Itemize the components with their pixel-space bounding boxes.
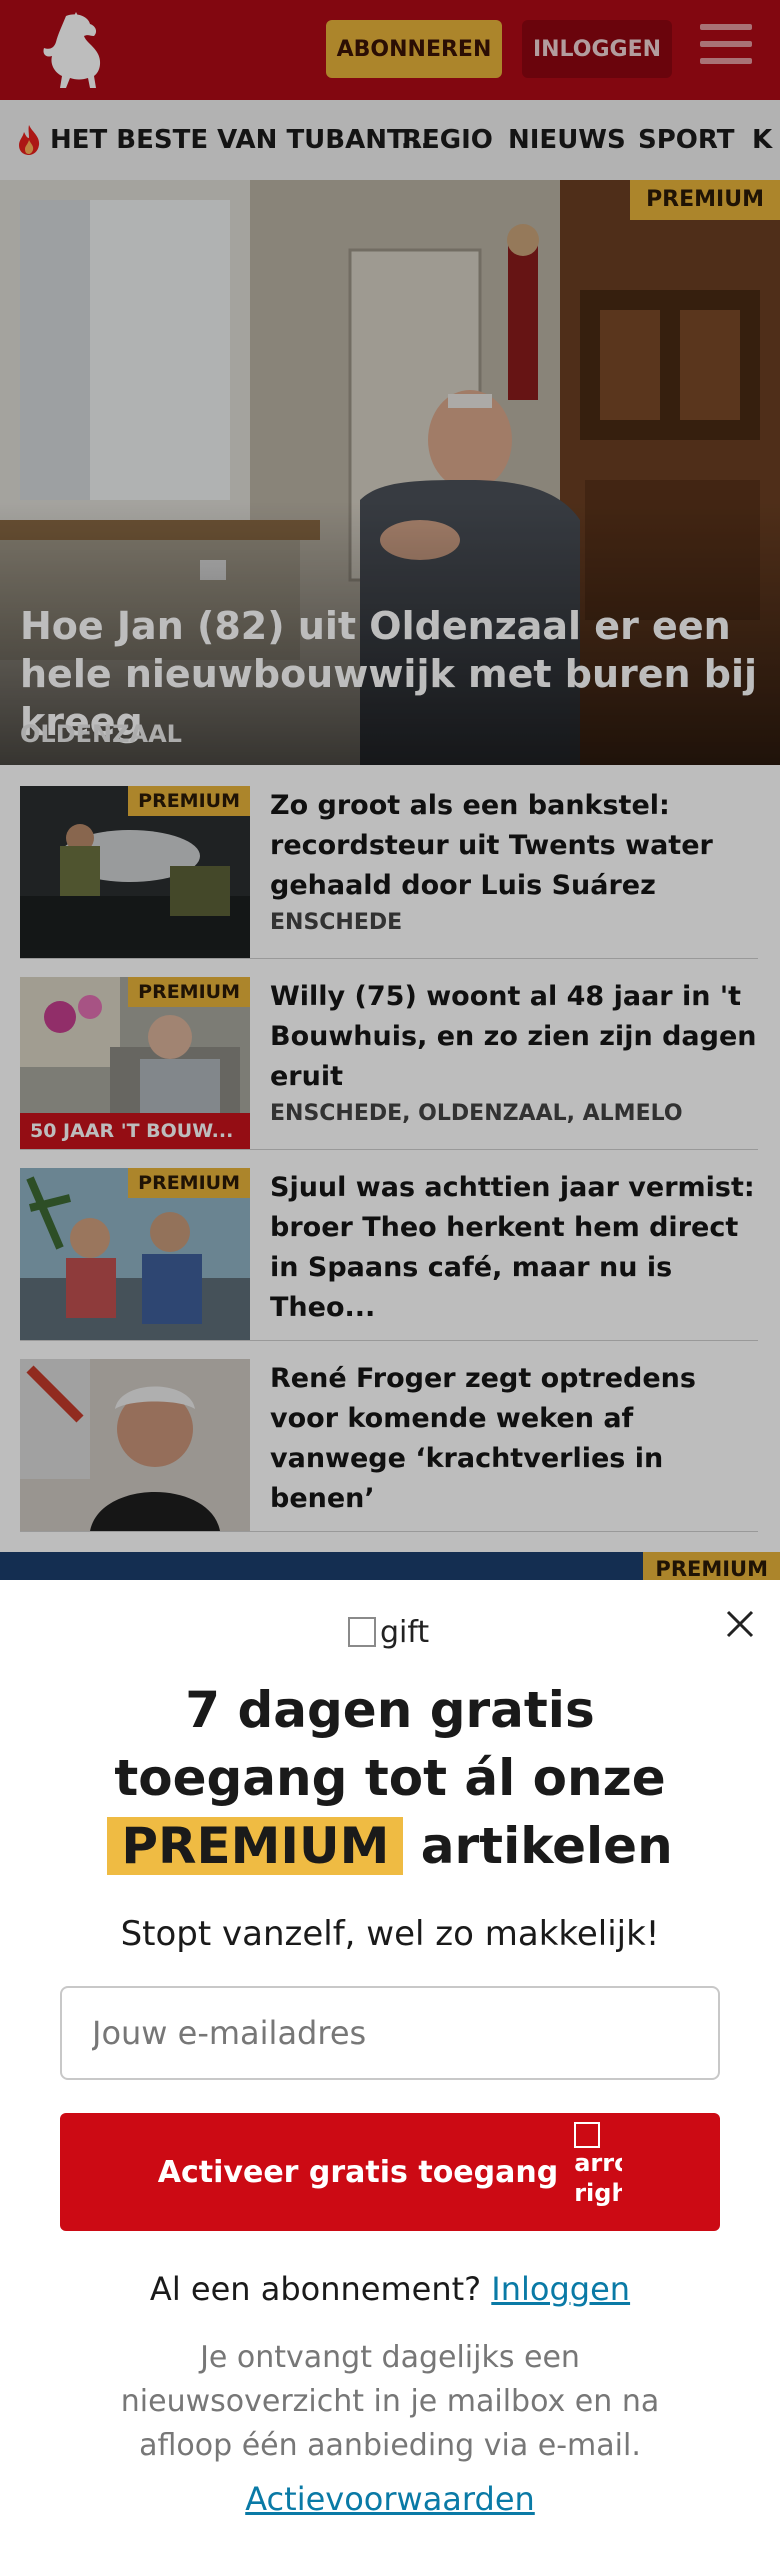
fineprint: Je ontvangt dagelijks een nieuwsoverzich… bbox=[120, 2340, 660, 2463]
gift-icon: gift bbox=[348, 1612, 429, 1652]
activate-trial-button[interactable]: Activeer gratis toegang arrow-right bbox=[60, 2113, 720, 2231]
arrow-right-icon: arrow-right bbox=[574, 2122, 622, 2222]
email-input[interactable] bbox=[60, 1986, 720, 2080]
modal-backdrop[interactable] bbox=[0, 0, 780, 1580]
close-icon[interactable] bbox=[722, 1606, 758, 1642]
modal-subline: Stopt vanzelf, wel zo makkelijk! bbox=[120, 1914, 660, 1954]
modal-login-link[interactable]: Inloggen bbox=[491, 2270, 630, 2308]
modal-headline: 7 dagen gratis toegang tot ál onze PREMI… bbox=[0, 1676, 780, 1880]
premium-highlight: PREMIUM bbox=[107, 1817, 404, 1875]
existing-subscription-row: Al een abonnement? Inloggen bbox=[149, 2270, 631, 2308]
terms-link[interactable]: Actievoorwaarden bbox=[0, 2480, 780, 2518]
premium-trial-modal: gift 7 dagen gratis toegang tot ál onze … bbox=[0, 1580, 780, 2560]
